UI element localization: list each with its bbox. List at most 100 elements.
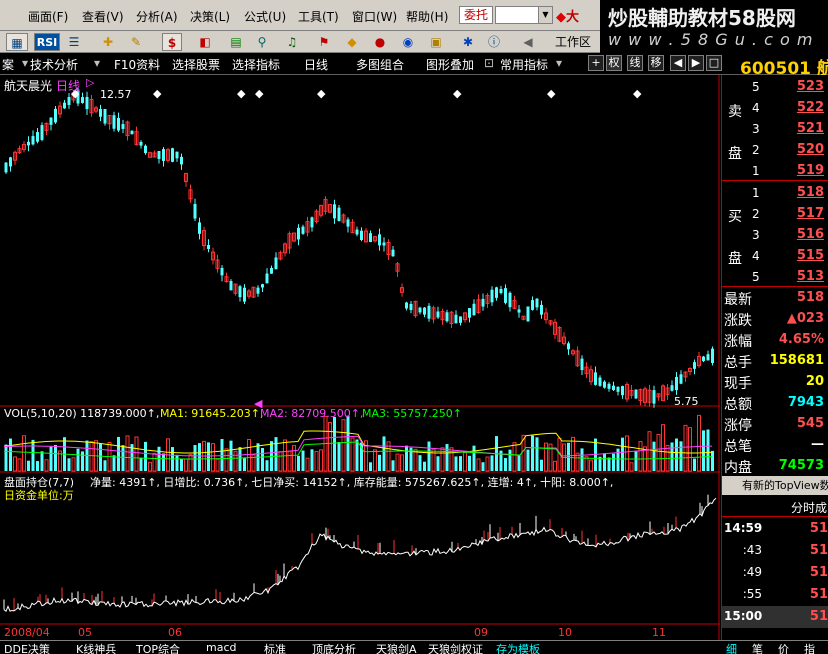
calendar-icon[interactable]: ▣ <box>426 33 446 51</box>
nav-tab-technical[interactable]: 技术分析 <box>30 56 78 73</box>
topview-notice[interactable]: 有新的TopView数 <box>722 476 828 495</box>
volume-bar <box>13 456 17 472</box>
candle-body <box>121 124 125 129</box>
buy-price[interactable]: 515 <box>797 248 824 263</box>
table-icon[interactable]: ▤ <box>226 33 246 51</box>
tab-dde[interactable]: DDE决策 <box>4 641 50 654</box>
right-tab-price[interactable]: 价 <box>778 641 789 654</box>
chevron-down-icon[interactable]: ▾ <box>556 56 562 70</box>
crosshair-icon[interactable]: ✚ <box>98 33 118 51</box>
tab-kline-shenbing[interactable]: K线神兵 <box>76 641 116 654</box>
sell-price[interactable]: 521 <box>797 121 824 136</box>
chevron-down-icon[interactable]: ▾ <box>94 56 100 70</box>
volume-bar <box>612 453 615 471</box>
weituo-button[interactable]: 委托 <box>459 6 493 24</box>
buy-level: 4 <box>752 249 760 263</box>
workspace-button[interactable]: 工作区 <box>550 33 596 51</box>
menu-analysis[interactable]: 分析(A) <box>136 8 178 25</box>
menu-formula[interactable]: 公式(U) <box>244 8 286 25</box>
dollar-icon[interactable]: $ <box>162 33 182 51</box>
kline-chart-area[interactable]: ◆ ◆ ◆ ◆ ◆ ◆ ◆ ◆ 航天晨光 日线 ▷ 12.57 5.75 ◀ VOL(5,10… <box>0 75 720 640</box>
chart-canvas[interactable]: ◆ ◆ ◆ ◆ ◆ ◆ ◆ ◆ <box>0 75 720 640</box>
pencil-icon[interactable]: ✎ <box>126 33 146 51</box>
tab-save-template[interactable]: 存为模板 <box>496 641 540 654</box>
tab-standard[interactable]: 标准 <box>264 641 286 654</box>
nav-tab-select-stock[interactable]: 选择股票 <box>172 56 220 73</box>
menu-help[interactable]: 帮助(H) <box>406 8 448 25</box>
nav-tab-multi-chart[interactable]: 多图组合 <box>356 56 404 73</box>
vol-ma1-label: MA1: 91645.203↑, <box>160 407 264 420</box>
account-select[interactable]: ▼ <box>495 6 553 24</box>
play-icon[interactable]: ▷ <box>86 76 94 89</box>
buy-price[interactable]: 518 <box>797 185 824 200</box>
volume-bar <box>22 435 26 472</box>
volume-bar <box>36 461 39 471</box>
volume-bar <box>697 414 701 472</box>
candle-body <box>468 308 471 318</box>
divider <box>722 286 828 287</box>
buy-price[interactable]: 513 <box>797 269 824 284</box>
chart-compare-icon[interactable]: ◧ <box>192 33 218 51</box>
candle-body <box>711 348 714 364</box>
grid-view-icon[interactable]: ▦ <box>6 33 28 51</box>
chevron-left-icon[interactable]: ◀ <box>670 55 686 71</box>
list-icon[interactable]: ☰ <box>64 33 84 51</box>
menu-tools[interactable]: 工具(T) <box>298 8 339 25</box>
menu-screen[interactable]: 画面(F) <box>28 8 68 25</box>
binoculars-icon[interactable]: ⚲ <box>252 33 272 51</box>
volume-bar <box>71 457 76 472</box>
rsi-button[interactable]: RSI <box>34 33 60 51</box>
crosshair-icon[interactable]: + <box>588 55 604 71</box>
bell-icon[interactable]: ♫ <box>282 33 302 51</box>
back-icon[interactable]: ◀ <box>518 33 538 51</box>
candle-body <box>369 233 372 243</box>
nav-btn-line[interactable]: 线 <box>627 55 643 71</box>
right-tab-trades[interactable]: 笔 <box>752 641 763 654</box>
nav-tab-case[interactable]: 案 <box>2 56 14 73</box>
diamond-icon[interactable]: ◆ <box>342 33 362 51</box>
right-tab-index[interactable]: 指 <box>804 641 815 654</box>
candle-body <box>436 311 440 318</box>
volume-bar <box>544 442 548 472</box>
chevron-right-icon[interactable]: ▶ <box>688 55 704 71</box>
window-icon[interactable]: □ <box>706 55 722 71</box>
nav-tab-select-indicator[interactable]: 选择指标 <box>232 56 280 73</box>
flag-icon[interactable]: ⚑ <box>314 33 334 51</box>
sell-price[interactable]: 519 <box>797 163 824 178</box>
sell-price[interactable]: 522 <box>797 100 824 115</box>
sell-price[interactable]: 523 <box>797 79 824 94</box>
tools-icon[interactable]: ✱ <box>458 33 478 51</box>
buy-price[interactable]: 517 <box>797 206 824 221</box>
right-tab-detail[interactable]: 细 <box>726 641 737 654</box>
nav-tab-f10[interactable]: F10资料 <box>114 56 160 73</box>
buy-price[interactable]: 516 <box>797 227 824 242</box>
volume-bar <box>287 450 292 472</box>
volume-bar <box>679 441 683 471</box>
sell-price[interactable]: 520 <box>797 142 824 157</box>
sell-label-top: 卖 <box>728 104 742 120</box>
tab-tianlang-warrant[interactable]: 天狼剑权证 <box>428 641 483 654</box>
menu-decision[interactable]: 决策(L) <box>190 8 230 25</box>
volume-bar <box>207 442 210 471</box>
lock-icon: ⊡ <box>484 56 495 70</box>
menu-view[interactable]: 查看(V) <box>82 8 124 25</box>
search-icon[interactable]: ● <box>370 33 390 51</box>
nav-tab-common-indicator[interactable]: 常用指标 <box>500 56 548 73</box>
chevron-down-icon[interactable]: ▼ <box>538 7 552 23</box>
nav-tab-daily[interactable]: 日线 <box>304 56 328 73</box>
chevron-down-icon[interactable]: ▾ <box>22 56 28 70</box>
info-icon[interactable]: ⓘ <box>484 33 504 51</box>
nav-btn-rights[interactable]: 权 <box>606 55 622 71</box>
tab-tianlang-a[interactable]: 天狼剑A <box>376 641 417 654</box>
tab-top-bottom[interactable]: 顶底分析 <box>312 641 356 654</box>
menu-window[interactable]: 窗口(W) <box>352 8 397 25</box>
tab-macd[interactable]: macd <box>206 641 237 654</box>
volume-bar <box>504 458 507 471</box>
volume-bar <box>485 456 490 472</box>
volume-bar <box>652 441 656 471</box>
tab-top-summary[interactable]: TOP综合 <box>136 641 180 654</box>
volume-bar <box>634 451 638 471</box>
nav-btn-move[interactable]: 移 <box>648 55 664 71</box>
globe-icon[interactable]: ◉ <box>398 33 418 51</box>
nav-tab-overlay[interactable]: 图形叠加 <box>426 56 474 73</box>
